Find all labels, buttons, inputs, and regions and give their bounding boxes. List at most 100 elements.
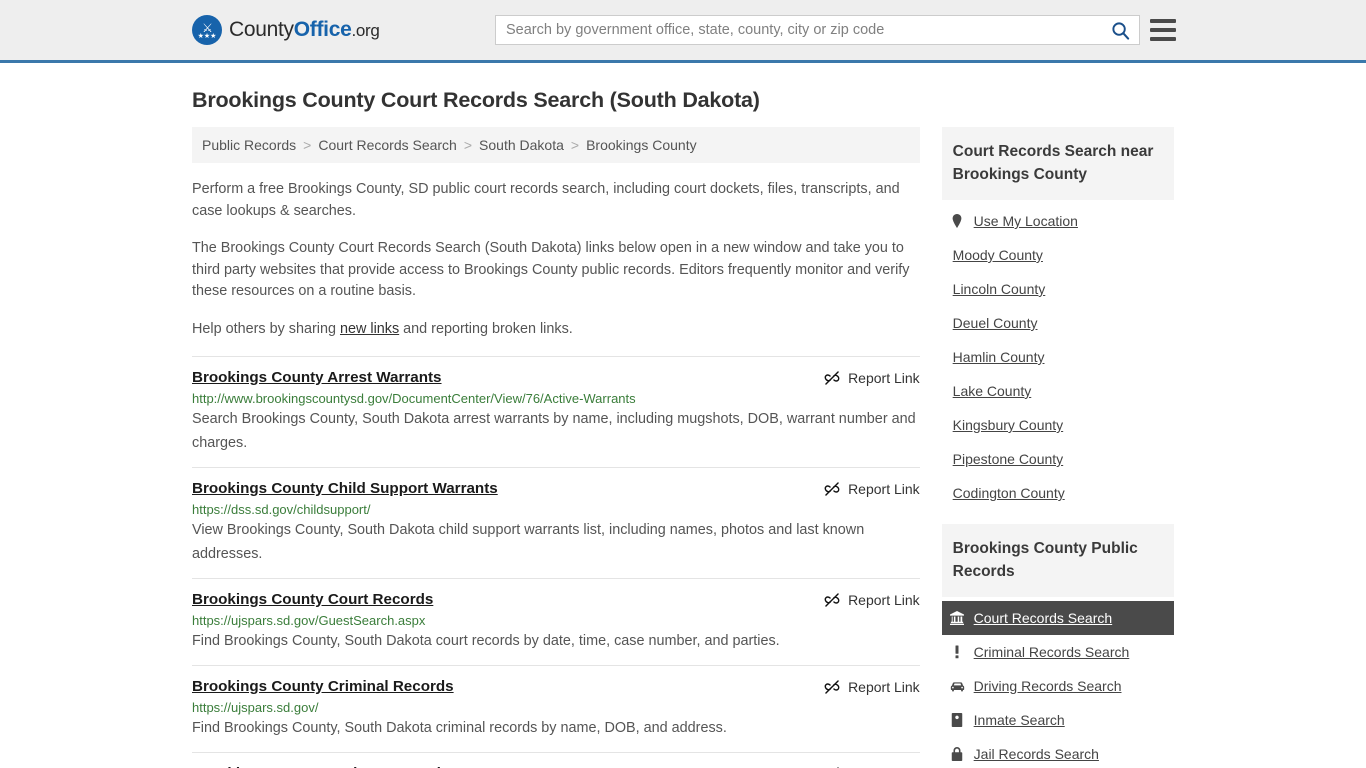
- sidebar-item-pipestone-county[interactable]: Pipestone County: [942, 442, 1174, 476]
- courthouse-icon: [950, 611, 965, 625]
- sidebar-item-criminal-records-search[interactable]: Criminal Records Search: [942, 635, 1174, 669]
- sidebar-item-kingsbury-county[interactable]: Kingsbury County: [942, 408, 1174, 442]
- search-button[interactable]: [1101, 16, 1139, 44]
- page-container: Brookings County Court Records Search (S…: [0, 88, 1366, 768]
- result-title-link[interactable]: Brookings County Arrest Warrants: [192, 369, 442, 386]
- hamburger-menu-icon[interactable]: [1150, 19, 1176, 41]
- exclamation-icon: [955, 645, 959, 659]
- intro-text-before-link: Help others by sharing: [192, 320, 340, 337]
- result-item: Brookings County Arrest Warrants Report …: [192, 356, 920, 467]
- result-url[interactable]: https://ujspars.sd.gov/: [192, 700, 920, 715]
- sidebar-item-inmate-search[interactable]: Inmate Search: [942, 703, 1174, 737]
- result-description: Find Brookings County, South Dakota cour…: [192, 633, 780, 649]
- result-url[interactable]: https://ujspars.sd.gov/GuestSearch.aspx: [192, 613, 920, 628]
- result-url[interactable]: https://dss.sd.gov/childsupport/: [192, 502, 920, 517]
- breadcrumb-separator: >: [463, 137, 473, 153]
- sidebar-item-label: Hamlin County: [952, 349, 1045, 365]
- sidebar-item-codington-county[interactable]: Codington County: [942, 476, 1174, 510]
- site-logo[interactable]: ⚔ ★★★ CountyOffice.org: [192, 15, 380, 45]
- report-link-label: Report Link: [848, 370, 920, 386]
- result-url[interactable]: http://www.brookingscountysd.gov/Documen…: [192, 391, 920, 406]
- sidebar-item-lake-county[interactable]: Lake County: [942, 374, 1174, 408]
- exclamation-icon: [950, 645, 965, 659]
- intro-paragraph-1: Perform a free Brookings County, SD publ…: [192, 181, 900, 219]
- logo-part-three: .org: [351, 21, 380, 40]
- nearby-county-list: Use My Location Moody County Lincoln Count…: [942, 200, 1174, 510]
- result-title-link[interactable]: Brookings County Court Records: [192, 591, 433, 608]
- sidebar-item-label: Lake County: [952, 383, 1032, 399]
- report-link-button[interactable]: Report Link: [824, 591, 920, 608]
- breadcrumb-separator: >: [303, 137, 312, 153]
- sidebar-item-jail-records-search[interactable]: Jail Records Search: [942, 737, 1174, 768]
- main-column: Public Records > Court Records Search > …: [192, 127, 920, 768]
- sidebar-item-label: Use My Location: [973, 213, 1078, 229]
- sidebar-item-driving-records-search[interactable]: Driving Records Search: [942, 669, 1174, 703]
- result-description: Search Brookings County, South Dakota ar…: [192, 411, 916, 451]
- breadcrumb-item-south-dakota[interactable]: South Dakota: [479, 137, 564, 153]
- car-icon: [950, 679, 965, 694]
- result-item: Brookings County Criminal Records Report…: [192, 665, 920, 752]
- sidebar-item-label: Criminal Records Search: [973, 644, 1130, 660]
- lock-icon: [950, 747, 965, 761]
- public-records-box: Brookings County Public Records Court Re…: [941, 524, 1174, 768]
- result-description: Find Brookings County, South Dakota crim…: [192, 720, 727, 736]
- report-link-label: Report Link: [848, 679, 920, 695]
- broken-link-icon: [824, 371, 840, 385]
- result-title-link[interactable]: Brookings County Child Support Warrants: [192, 480, 498, 497]
- results-list: Brookings County Arrest Warrants Report …: [192, 356, 920, 768]
- result-title-link[interactable]: Brookings County Criminal Records: [192, 678, 454, 695]
- logo-part-one: County: [229, 18, 294, 41]
- sidebar: Court Records Search near Brookings Coun…: [941, 127, 1174, 768]
- site-header: ⚔ ★★★ CountyOffice.org: [0, 0, 1366, 63]
- new-links-link[interactable]: new links: [340, 321, 399, 337]
- breadcrumb-separator: >: [570, 137, 580, 153]
- result-header: Brookings County Arrest Warrants Report …: [192, 369, 920, 386]
- sidebar-item-court-records-search[interactable]: Court Records Search: [941, 601, 1174, 635]
- sidebar-item-hamlin-county[interactable]: Hamlin County: [942, 340, 1174, 374]
- id-card-icon: [950, 713, 965, 727]
- content-row: Public Records > Court Records Search > …: [192, 127, 1174, 768]
- hamburger-bar: [1150, 19, 1176, 23]
- report-link-button[interactable]: Report Link: [824, 480, 920, 497]
- courthouse-icon: [950, 611, 965, 625]
- hamburger-bar: [1150, 37, 1176, 41]
- sidebar-item-label: Kingsbury County: [952, 417, 1064, 433]
- eagle-stars-emblem-icon: ⚔ ★★★: [192, 15, 222, 45]
- breadcrumb-item-court-records-search[interactable]: Court Records Search: [318, 137, 457, 153]
- map-pin-icon: [950, 214, 965, 228]
- sidebar-item-label: Jail Records Search: [973, 746, 1099, 762]
- intro-paragraph-3: Help others by sharing new links and rep…: [192, 319, 920, 341]
- result-description: View Brookings County, South Dakota chil…: [192, 522, 865, 562]
- breadcrumb: Public Records > Court Records Search > …: [192, 127, 920, 163]
- logo-part-two: Office: [293, 18, 352, 41]
- sidebar-item-lincoln-county[interactable]: Lincoln County: [942, 272, 1174, 306]
- intro-paragraph-2: The Brookings County Court Records Searc…: [192, 240, 910, 299]
- result-item: Brookings County Child Support Warrants …: [192, 467, 920, 578]
- broken-link-icon: [824, 593, 840, 607]
- sidebar-item-label: Codington County: [952, 485, 1065, 501]
- sidebar-item-use-my-location[interactable]: Use My Location: [942, 204, 1174, 238]
- breadcrumb-item-public-records[interactable]: Public Records: [202, 137, 296, 153]
- result-header: Brookings County Criminal Records Report…: [192, 678, 920, 695]
- result-header: Brookings County Court Records Report Li…: [192, 591, 920, 608]
- hamburger-bar: [1150, 28, 1176, 32]
- id-card-icon: [951, 713, 963, 727]
- intro-text-after-link: and reporting broken links.: [399, 320, 573, 337]
- public-records-heading: Brookings County Public Records: [941, 524, 1174, 597]
- broken-link-icon: [824, 680, 840, 694]
- search-input[interactable]: [496, 22, 1101, 38]
- breadcrumb-item-brookings-county: Brookings County: [586, 137, 697, 153]
- search-icon: [1111, 21, 1129, 40]
- sidebar-item-deuel-county[interactable]: Deuel County: [942, 306, 1174, 340]
- result-item: Brookings County Probate Records Report …: [192, 752, 920, 768]
- sidebar-item-moody-county[interactable]: Moody County: [942, 238, 1174, 272]
- sidebar-item-label: Deuel County: [952, 315, 1038, 331]
- report-link-button[interactable]: Report Link: [824, 369, 920, 386]
- sidebar-item-label: Court Records Search: [973, 610, 1113, 626]
- car-icon: [950, 681, 964, 691]
- broken-link-icon: [824, 482, 840, 496]
- intro-text: Perform a free Brookings County, SD publ…: [192, 179, 920, 340]
- result-header: Brookings County Child Support Warrants …: [192, 480, 920, 497]
- report-link-button[interactable]: Report Link: [824, 678, 920, 695]
- sidebar-item-label: Lincoln County: [952, 281, 1046, 297]
